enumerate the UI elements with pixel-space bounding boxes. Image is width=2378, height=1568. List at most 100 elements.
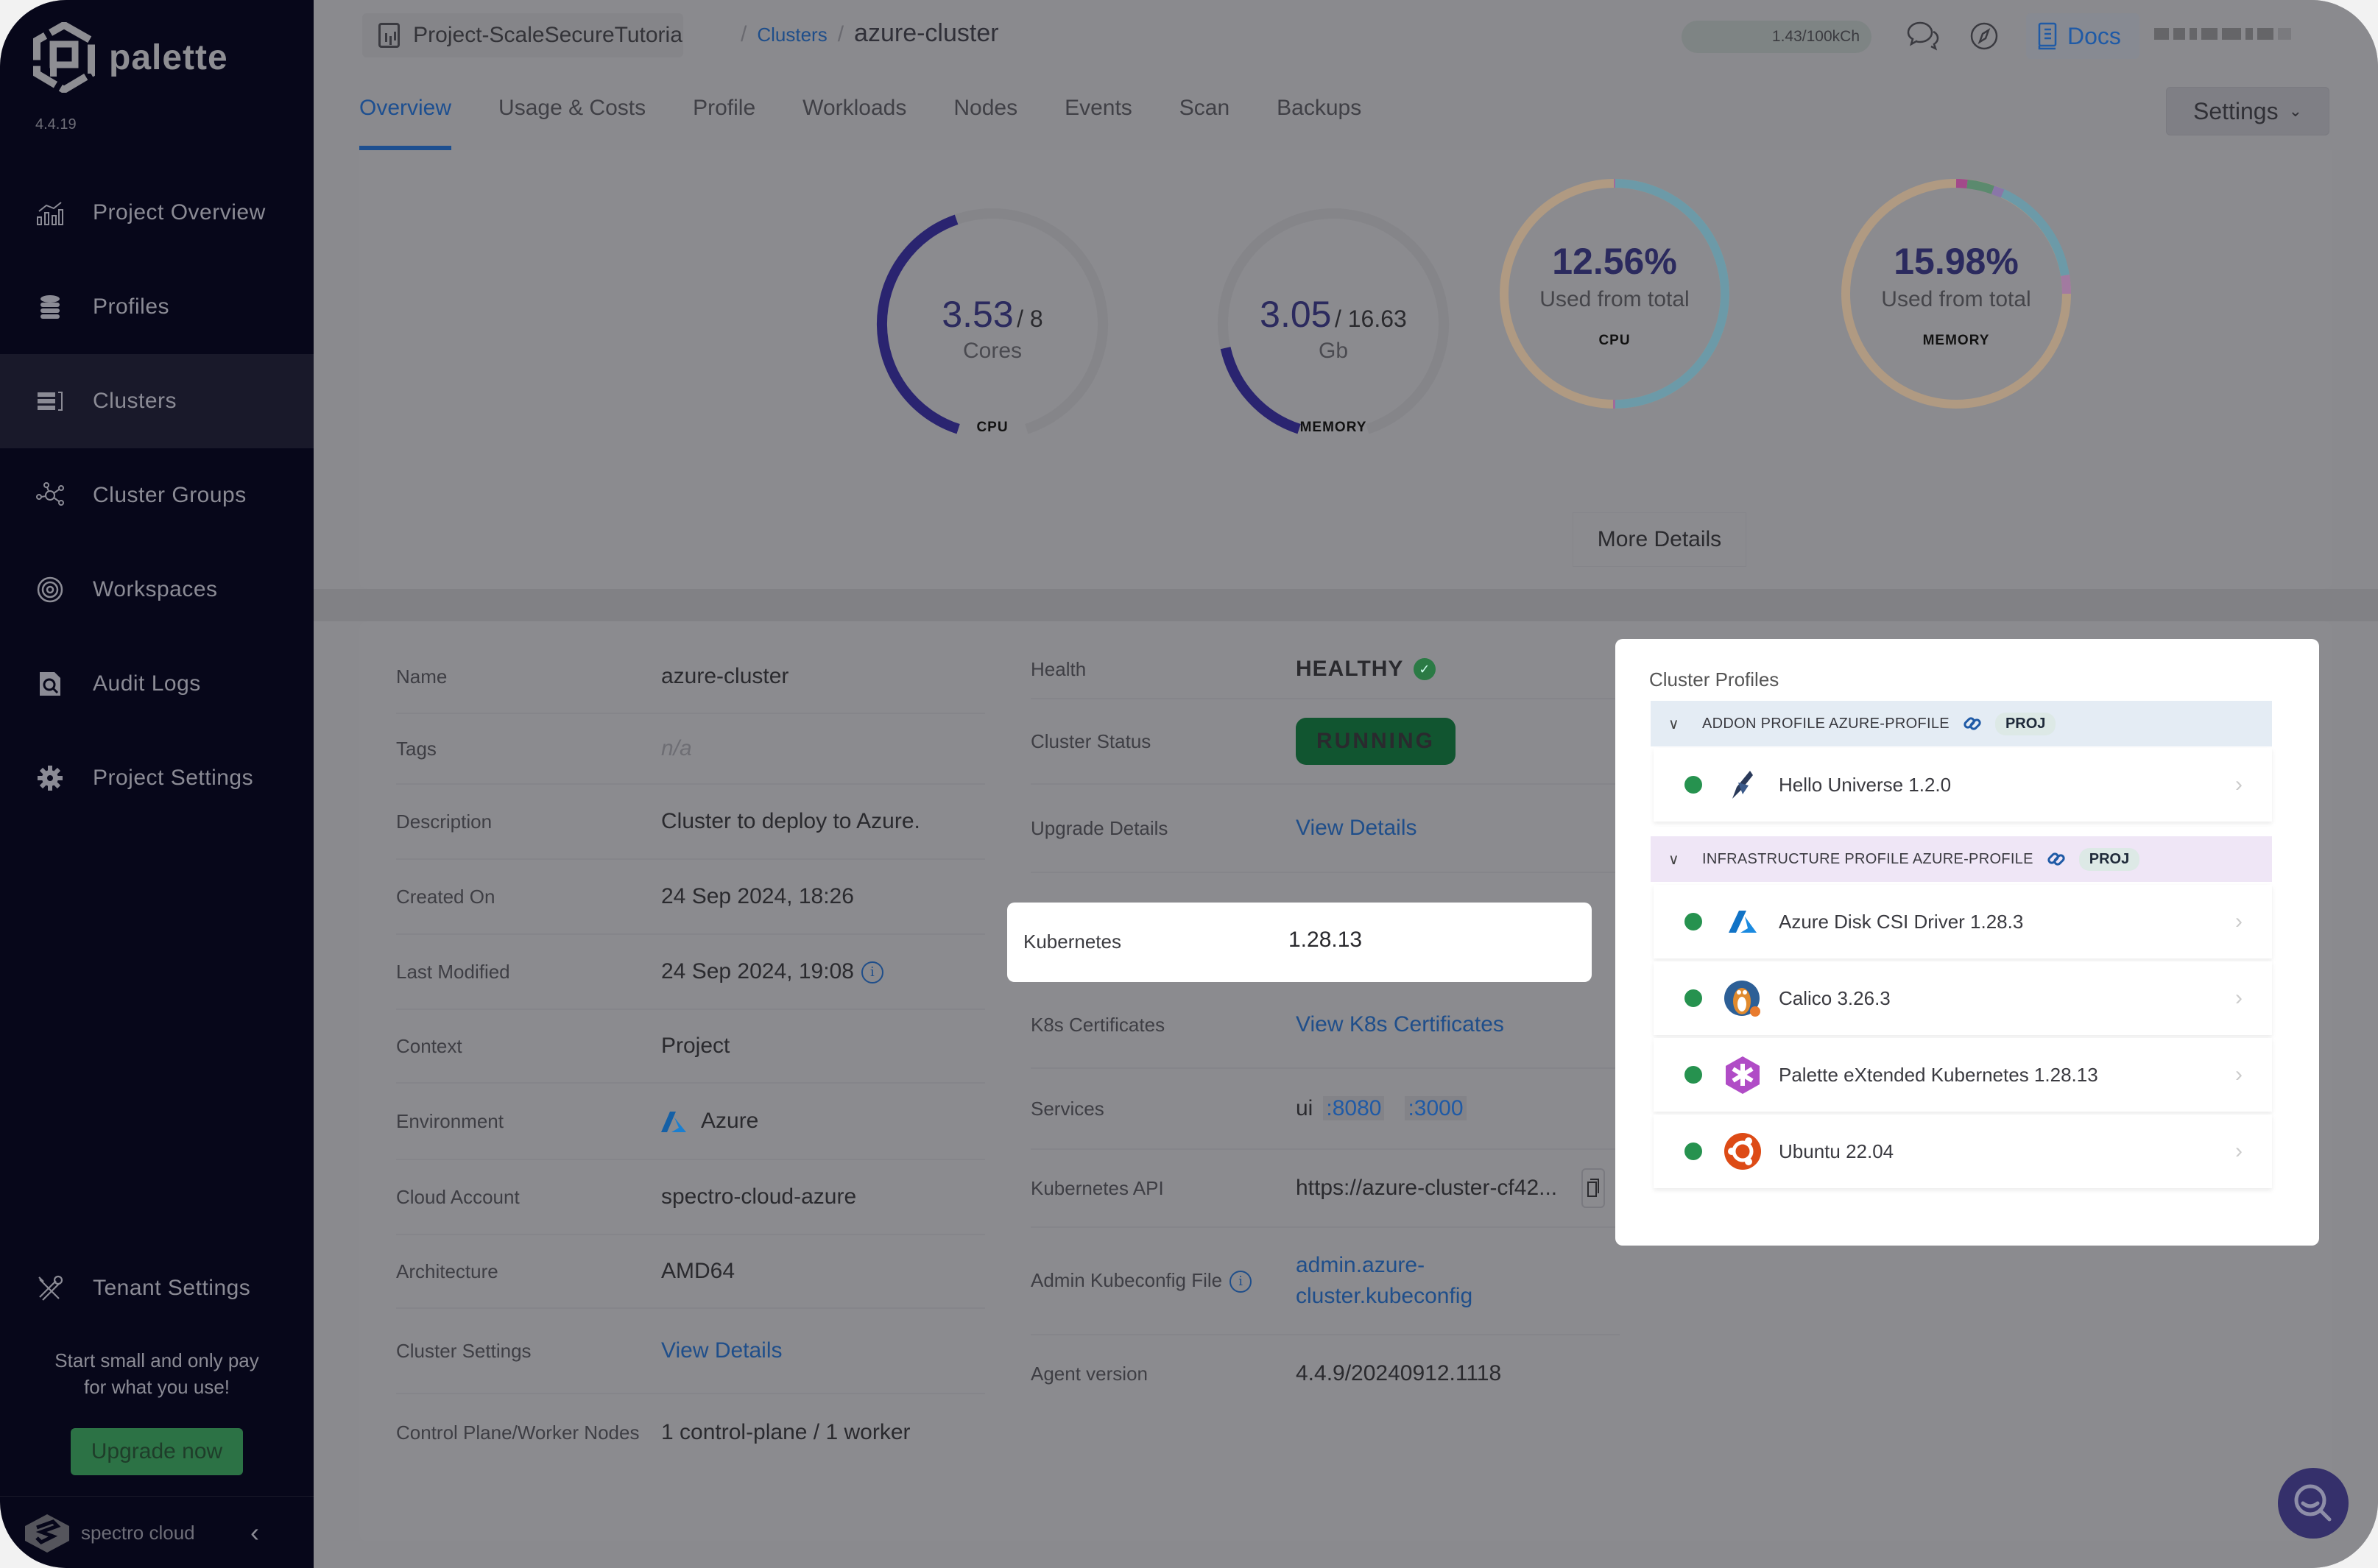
sidebar-item-label: Cluster Groups: [93, 483, 247, 507]
cluster-status-label: Cluster Status: [1031, 730, 1151, 752]
tab-scan[interactable]: Scan: [1179, 85, 1229, 150]
memory-used-value: 3.05: [1260, 294, 1332, 335]
cluster-settings-label: Cluster Settings: [396, 1339, 532, 1362]
environment-row: Environment Azure: [396, 1084, 985, 1160]
breadcrumb: / Clusters / azure-cluster: [741, 19, 999, 48]
sidebar-nav: Project Overview Profiles Clusters Clust…: [0, 166, 314, 825]
project-selector[interactable]: Project-ScaleSecureTutoria: [362, 13, 683, 57]
page-title: azure-cluster: [854, 19, 999, 47]
app-window: palette 4.4.19 Project Overview Profiles: [0, 0, 2378, 1568]
pack-row-azure-disk-csi[interactable]: Azure Disk CSI Driver 1.28.3 ›: [1654, 885, 2272, 958]
memory-percent-value: 15.98%: [1894, 241, 2019, 282]
hello-universe-icon: [1723, 765, 1763, 805]
service-port-3000-link[interactable]: :3000: [1405, 1096, 1467, 1120]
breadcrumb-separator: /: [837, 22, 844, 46]
last-modified-text: 24 Sep 2024, 19:08: [661, 959, 854, 983]
search-icon: [2294, 1484, 2332, 1522]
sidebar-item-label: Clusters: [93, 389, 177, 413]
book-icon: [2038, 22, 2057, 50]
status-dot-healthy: [1684, 1066, 1702, 1084]
sidebar-item-label: Workspaces: [93, 577, 218, 601]
pack-row-hello-universe[interactable]: Hello Universe 1.2.0 ›: [1654, 748, 2272, 822]
donut-segment-green: [1966, 180, 1995, 194]
sidebar-item-project-settings[interactable]: Project Settings: [0, 731, 314, 825]
usage-summary-card: 3.53 / 8 Cores CPU 3.05 / 16.63 Gb MEMOR…: [359, 150, 2332, 589]
pack-row-palette-extended-kubernetes[interactable]: Palette eXtended Kubernetes 1.28.13 ›: [1654, 1038, 2272, 1112]
tab-overview[interactable]: Overview: [359, 85, 452, 150]
user-menu[interactable]: [2154, 28, 2291, 40]
tags-label: Tags: [396, 737, 437, 760]
credits-usage-badge[interactable]: 1.43/100kCh: [1682, 21, 1871, 53]
tab-backups[interactable]: Backups: [1277, 85, 1361, 150]
link-icon: [2047, 852, 2065, 866]
description-label: Description: [396, 810, 493, 833]
cpu-unit: Cores: [962, 339, 1023, 363]
cpu-percent-donut: 12.56% Used from total CPU: [1493, 172, 1736, 415]
context-row: Context Project: [396, 1010, 985, 1084]
admin-kubeconfig-text: Admin Kubeconfig File: [1031, 1268, 1223, 1291]
created-on-row: Created On 24 Sep 2024, 18:26: [396, 860, 985, 935]
memory-donut-label: MEMORY: [1922, 333, 1990, 348]
view-k8s-certificates-link[interactable]: View K8s Certificates: [1296, 1012, 1504, 1037]
tab-usage-costs[interactable]: Usage & Costs: [498, 85, 646, 150]
memory-gauge-label: MEMORY: [1299, 420, 1367, 435]
chevron-right-icon: ›: [2235, 986, 2243, 1010]
palette-logo[interactable]: palette: [32, 22, 228, 93]
copy-api-url-button[interactable]: [1581, 1168, 1605, 1208]
admin-kubeconfig-link[interactable]: admin.azure- cluster.kubeconfig: [1296, 1250, 1472, 1312]
chevron-down-icon: ⌄: [2288, 102, 2303, 120]
kubernetes-api-row: Kubernetes API https://azure-cluster-cf4…: [1031, 1150, 1620, 1228]
chart-overview-icon: [35, 198, 65, 227]
tab-profile[interactable]: Profile: [693, 85, 755, 150]
sidebar-item-label: Project Overview: [93, 200, 266, 225]
collapse-sidebar-button[interactable]: ‹: [250, 1517, 259, 1548]
compass-icon[interactable]: [1966, 18, 2003, 54]
sidebar-item-project-overview[interactable]: Project Overview: [0, 166, 314, 260]
info-icon[interactable]: i: [861, 961, 883, 984]
more-details-button[interactable]: More Details: [1573, 512, 1746, 567]
cluster-settings-view-details-link[interactable]: View Details: [661, 1338, 783, 1363]
pack-name: Azure Disk CSI Driver 1.28.3: [1779, 910, 2024, 933]
tags-row: Tags n/a: [396, 714, 985, 785]
azure-icon: [1723, 902, 1763, 942]
addon-profile-group-header[interactable]: ∨ ADDON PROFILE AZURE-PROFILE PROJ: [1651, 701, 2272, 746]
services-row: Services ui:8080:3000: [1031, 1069, 1620, 1150]
chevron-right-icon: ›: [2235, 1139, 2243, 1163]
tools-icon: [35, 1274, 65, 1303]
tab-nodes[interactable]: Nodes: [953, 85, 1017, 150]
sidebar-item-workspaces[interactable]: Workspaces: [0, 543, 314, 637]
sidebar-item-tenant-settings[interactable]: Tenant Settings: [0, 1241, 314, 1335]
sidebar-item-label: Audit Logs: [93, 671, 201, 696]
tab-workloads[interactable]: Workloads: [802, 85, 906, 150]
sidebar-item-cluster-groups[interactable]: Cluster Groups: [0, 448, 314, 543]
spectro-cloud-brand: spectro cloud: [81, 1522, 195, 1544]
copy-icon: [1587, 1179, 1599, 1197]
project-chart-icon: [378, 23, 401, 48]
pack-row-calico[interactable]: Calico 3.26.3 ›: [1654, 961, 2272, 1035]
settings-dropdown-button[interactable]: Settings ⌄: [2166, 87, 2329, 135]
sidebar-item-clusters[interactable]: Clusters: [0, 354, 314, 448]
chevron-down-icon: ∨: [1668, 716, 1679, 732]
kubernetes-label: Kubernetes: [1023, 930, 1121, 953]
sidebar-item-audit-logs[interactable]: Audit Logs: [0, 637, 314, 731]
upgrade-view-details-link[interactable]: View Details: [1296, 816, 1417, 841]
services-value: ui:8080:3000: [1296, 1096, 1467, 1121]
upgrade-now-button[interactable]: Upgrade now: [71, 1428, 243, 1475]
infrastructure-profile-group-header[interactable]: ∨ INFRASTRUCTURE PROFILE AZURE-PROFILE P…: [1651, 836, 2272, 882]
tab-events[interactable]: Events: [1065, 85, 1132, 150]
service-port-8080-link[interactable]: :8080: [1323, 1096, 1385, 1120]
link-icon: [1964, 717, 1981, 730]
sidebar-item-profiles[interactable]: Profiles: [0, 260, 314, 354]
status-dot-healthy: [1684, 1143, 1702, 1160]
k8s-certificates-row: K8s Certificates View K8s Certificates: [1031, 982, 1620, 1069]
search-help-button[interactable]: [2278, 1468, 2349, 1539]
breadcrumb-clusters-link[interactable]: Clusters: [757, 24, 827, 46]
donut-readout: 15.98% Used from total MEMORY: [1835, 240, 2078, 349]
info-icon[interactable]: i: [1229, 1271, 1252, 1293]
pack-row-ubuntu[interactable]: Ubuntu 22.04 ›: [1654, 1115, 2272, 1188]
donut-segment-violet: [1991, 186, 2005, 198]
donut-marker: [1614, 179, 1615, 188]
calico-icon: [1723, 978, 1763, 1018]
chat-icon[interactable]: [1904, 18, 1941, 54]
docs-button[interactable]: Docs: [2026, 13, 2139, 59]
